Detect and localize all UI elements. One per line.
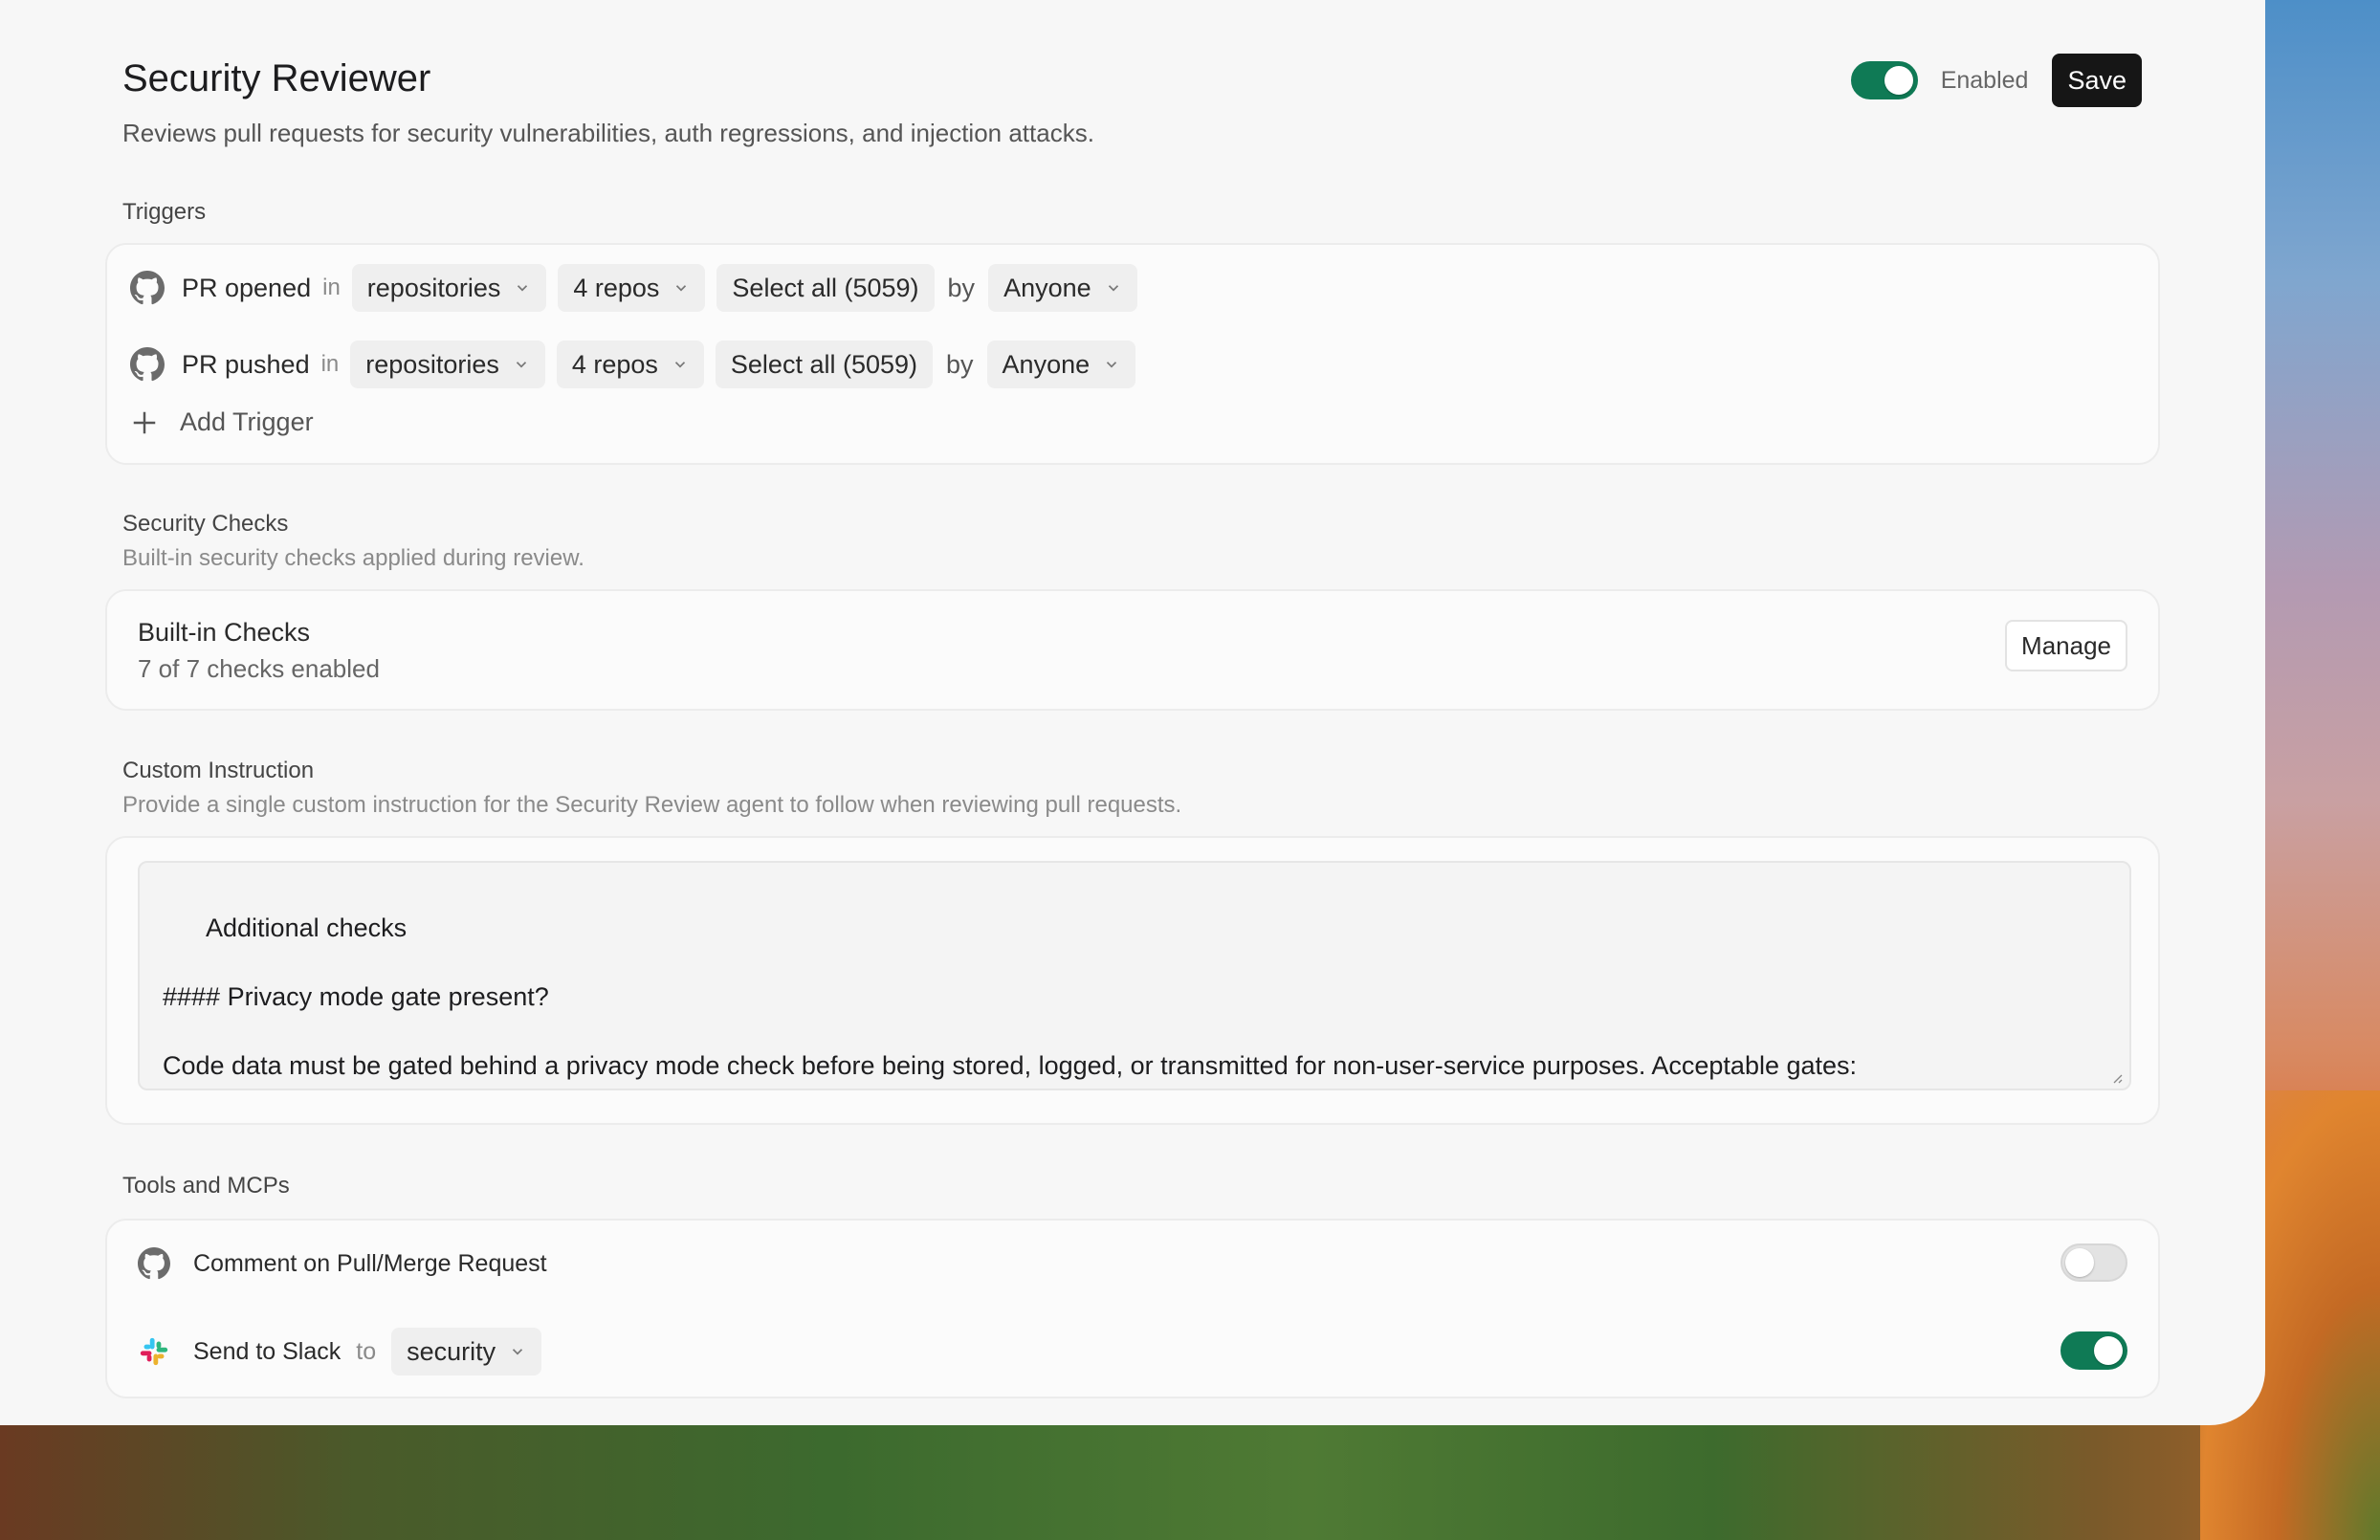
add-trigger-button[interactable]: Add Trigger xyxy=(130,407,314,437)
settings-window: Security Reviewer Reviews pull requests … xyxy=(0,0,2265,1425)
toggle-knob xyxy=(2065,1248,2094,1277)
tool-item-slack: Send to Slack to security xyxy=(138,1328,542,1375)
trigger-actor-value: Anyone xyxy=(1002,349,1091,379)
manage-button[interactable]: Manage xyxy=(2005,620,2127,671)
builtin-checks-card: Built-in Checks 7 of 7 checks enabled Ma… xyxy=(105,589,2160,711)
trigger-repos-value: 4 repos xyxy=(571,349,658,379)
page-subtitle: Reviews pull requests for security vulne… xyxy=(122,119,1094,147)
slack-channel-value: security xyxy=(407,1336,496,1366)
chevron-down-icon xyxy=(676,285,687,292)
github-icon xyxy=(130,347,165,382)
header-actions: Enabled Save xyxy=(1850,54,2142,107)
security-checks-section-title: Security Checks xyxy=(122,511,289,537)
save-button[interactable]: Save xyxy=(2052,54,2142,107)
triggers-section-title: Triggers xyxy=(122,199,207,225)
trigger-actor-dropdown[interactable]: Anyone xyxy=(988,264,1137,312)
tools-card: Comment on Pull/Merge Request Send to Sl… xyxy=(105,1219,2160,1398)
toggle-knob xyxy=(2094,1336,2123,1365)
trigger-by-label: by xyxy=(946,349,974,379)
chevron-down-icon xyxy=(1107,362,1117,368)
tools-section-title: Tools and MCPs xyxy=(122,1173,290,1199)
trigger-in-label: in xyxy=(320,351,340,377)
select-all-button[interactable]: Select all (5059) xyxy=(716,264,935,312)
enabled-label: Enabled xyxy=(1940,66,2029,94)
security-checks-section-desc: Built-in security checks applied during … xyxy=(122,545,584,571)
github-icon xyxy=(138,1247,170,1280)
slack-to-label: to xyxy=(356,1337,377,1365)
custom-instruction-section-desc: Provide a single custom instruction for … xyxy=(122,792,1182,818)
slack-channel-dropdown[interactable]: security xyxy=(391,1328,542,1375)
enabled-toggle[interactable] xyxy=(1850,61,1918,99)
trigger-row: PR pushed in repositories 4 repos Select… xyxy=(130,341,1136,388)
plus-icon xyxy=(133,411,156,433)
trigger-repos-value: 4 repos xyxy=(573,273,660,302)
custom-instruction-card: Additional checks #### Privacy mode gate… xyxy=(105,836,2160,1125)
slack-toggle[interactable] xyxy=(2060,1331,2127,1370)
trigger-scope-dropdown[interactable]: repositories xyxy=(351,264,547,312)
trigger-event-label: PR pushed xyxy=(182,349,310,379)
trigger-by-label: by xyxy=(947,273,976,302)
page-title: Security Reviewer xyxy=(122,57,431,99)
trigger-event-label: PR opened xyxy=(182,273,312,302)
trigger-scope-value: repositories xyxy=(365,349,499,379)
chevron-down-icon xyxy=(674,362,686,368)
builtin-checks-title: Built-in Checks xyxy=(138,618,311,647)
chevron-down-icon xyxy=(516,362,526,368)
trigger-scope-dropdown[interactable]: repositories xyxy=(350,341,545,388)
github-icon xyxy=(130,271,165,305)
custom-instruction-section-title: Custom Instruction xyxy=(122,758,315,783)
trigger-in-label: in xyxy=(322,275,341,300)
chevron-down-icon xyxy=(518,285,528,292)
trigger-actor-dropdown[interactable]: Anyone xyxy=(986,341,1136,388)
trigger-repos-dropdown[interactable]: 4 repos xyxy=(556,341,704,388)
trigger-row: PR opened in repositories 4 repos Select… xyxy=(130,264,1137,312)
custom-instruction-text: Additional checks #### Privacy mode gate… xyxy=(163,913,1858,1089)
chevron-down-icon xyxy=(513,1349,523,1355)
resize-handle-icon[interactable] xyxy=(2108,1069,2124,1085)
desktop-wallpaper-bottom xyxy=(0,1416,2380,1540)
trigger-scope-value: repositories xyxy=(366,273,501,302)
tool-label: Comment on Pull/Merge Request xyxy=(193,1249,547,1277)
toggle-knob xyxy=(1884,66,1913,95)
builtin-checks-count: 7 of 7 checks enabled xyxy=(138,654,380,683)
chevron-down-icon xyxy=(1108,285,1118,292)
tool-label: Send to Slack xyxy=(193,1337,342,1365)
triggers-card: PR opened in repositories 4 repos Select… xyxy=(105,243,2160,465)
add-trigger-label: Add Trigger xyxy=(180,407,314,436)
comment-toggle[interactable] xyxy=(2060,1243,2127,1282)
custom-instruction-textarea[interactable]: Additional checks #### Privacy mode gate… xyxy=(138,861,2131,1090)
tool-item-comment: Comment on Pull/Merge Request xyxy=(138,1240,547,1287)
select-all-button[interactable]: Select all (5059) xyxy=(715,341,934,388)
slack-icon xyxy=(140,1337,168,1366)
trigger-repos-dropdown[interactable]: 4 repos xyxy=(558,264,706,312)
trigger-actor-value: Anyone xyxy=(1003,273,1091,302)
